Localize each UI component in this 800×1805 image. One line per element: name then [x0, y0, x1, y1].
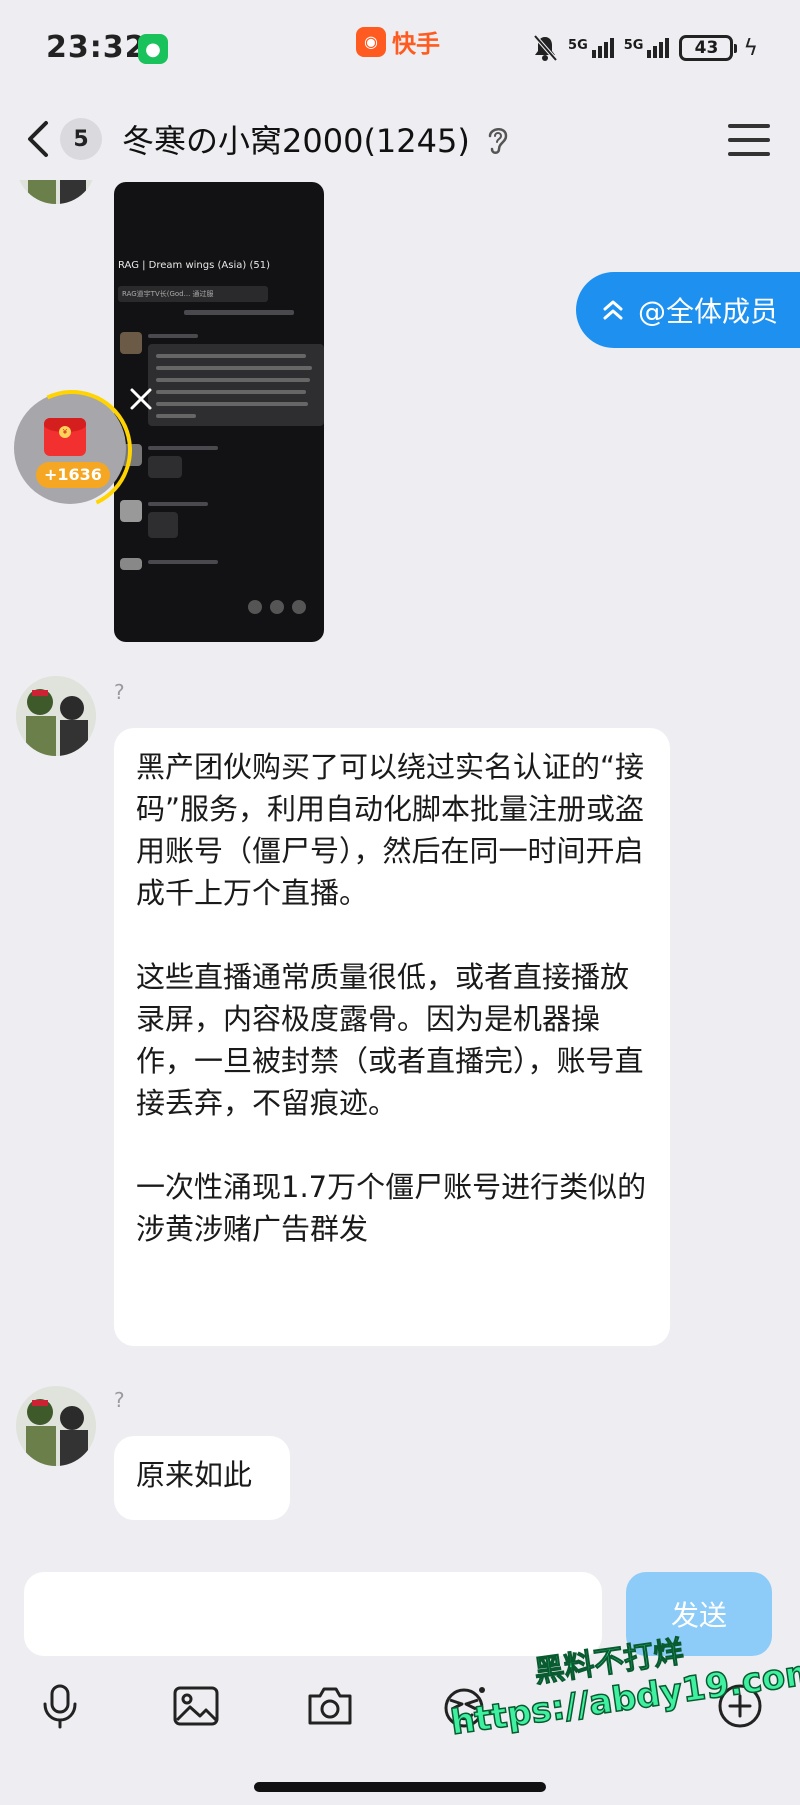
- wechat-icon: ●: [138, 34, 168, 64]
- message-paragraph: 一次性涌现1.7万个僵尸账号进行类似的涉黄涉赌广告群发: [136, 1170, 647, 1246]
- avatar[interactable]: [16, 1386, 96, 1466]
- text-message-bubble[interactable]: 原来如此: [114, 1436, 290, 1520]
- menu-button[interactable]: [728, 124, 770, 156]
- red-packet-floating-button[interactable]: ¥ +1636: [14, 392, 126, 504]
- message-input[interactable]: [24, 1572, 602, 1656]
- close-icon[interactable]: [126, 384, 156, 414]
- image-icon[interactable]: [170, 1680, 222, 1732]
- double-chevron-up-icon: [603, 300, 623, 320]
- battery-indicator: 43: [679, 35, 738, 61]
- signal-strength-2: 5G: [624, 38, 670, 58]
- text-message-bubble[interactable]: 黑产团伙购买了可以绕过实名认证的“接码”服务，利用自动化脚本批量注册或盗用账号（…: [114, 728, 670, 1346]
- unread-count-badge[interactable]: 5: [60, 118, 102, 160]
- avatar[interactable]: [16, 676, 96, 756]
- red-packet-icon: ¥: [44, 418, 86, 456]
- charging-icon: ϟ: [743, 35, 758, 61]
- kuaishou-icon: ◉: [356, 26, 386, 57]
- foreground-app-label: 快手: [392, 30, 440, 58]
- home-indicator[interactable]: [254, 1782, 546, 1792]
- chevron-left-icon: [28, 121, 48, 157]
- message-paragraph: 黑产团伙购买了可以绕过实名认证的“接码”服务，利用自动化脚本批量注册或盗用账号（…: [136, 750, 645, 910]
- screenshot-pinned-item: RAG道宇TV长(God... 通过服: [118, 286, 268, 302]
- screenshot-toolbar: [248, 600, 306, 614]
- status-indicators: 5G 5G 43 ϟ: [532, 34, 758, 62]
- sender-name: ?: [114, 680, 125, 704]
- message-text: @全体成员: [638, 295, 779, 328]
- red-packet-amount: +1636: [36, 462, 110, 488]
- mute-bell-icon: [532, 34, 558, 62]
- sender-name: ?: [114, 1388, 125, 1412]
- screenshot-title: RAG | Dream wings (Asia) (51): [118, 260, 270, 271]
- self-message-bubble[interactable]: @全体成员: [576, 272, 800, 348]
- message-paragraph: 这些直播通常质量很低，或者直接播放录屏，内容极度露骨。因为是机器操作，一旦被封禁…: [136, 960, 644, 1120]
- message-text: 原来如此: [136, 1458, 253, 1492]
- chat-header: 5 冬寒の小窝2000(1245): [0, 100, 800, 180]
- camera-icon[interactable]: [304, 1680, 356, 1732]
- foreground-app-indicator: ◉ 快手: [356, 24, 440, 59]
- status-time: 23:32: [46, 30, 147, 65]
- ear-icon[interactable]: [484, 122, 512, 158]
- chat-title[interactable]: 冬寒の小窝2000(1245): [122, 116, 470, 162]
- signal-strength-1: 5G: [568, 38, 614, 58]
- status-bar: 23:32 ● ◉ 快手 5G 5G 43 ϟ: [0, 0, 800, 100]
- back-button[interactable]: [18, 114, 58, 164]
- microphone-icon[interactable]: [34, 1680, 86, 1732]
